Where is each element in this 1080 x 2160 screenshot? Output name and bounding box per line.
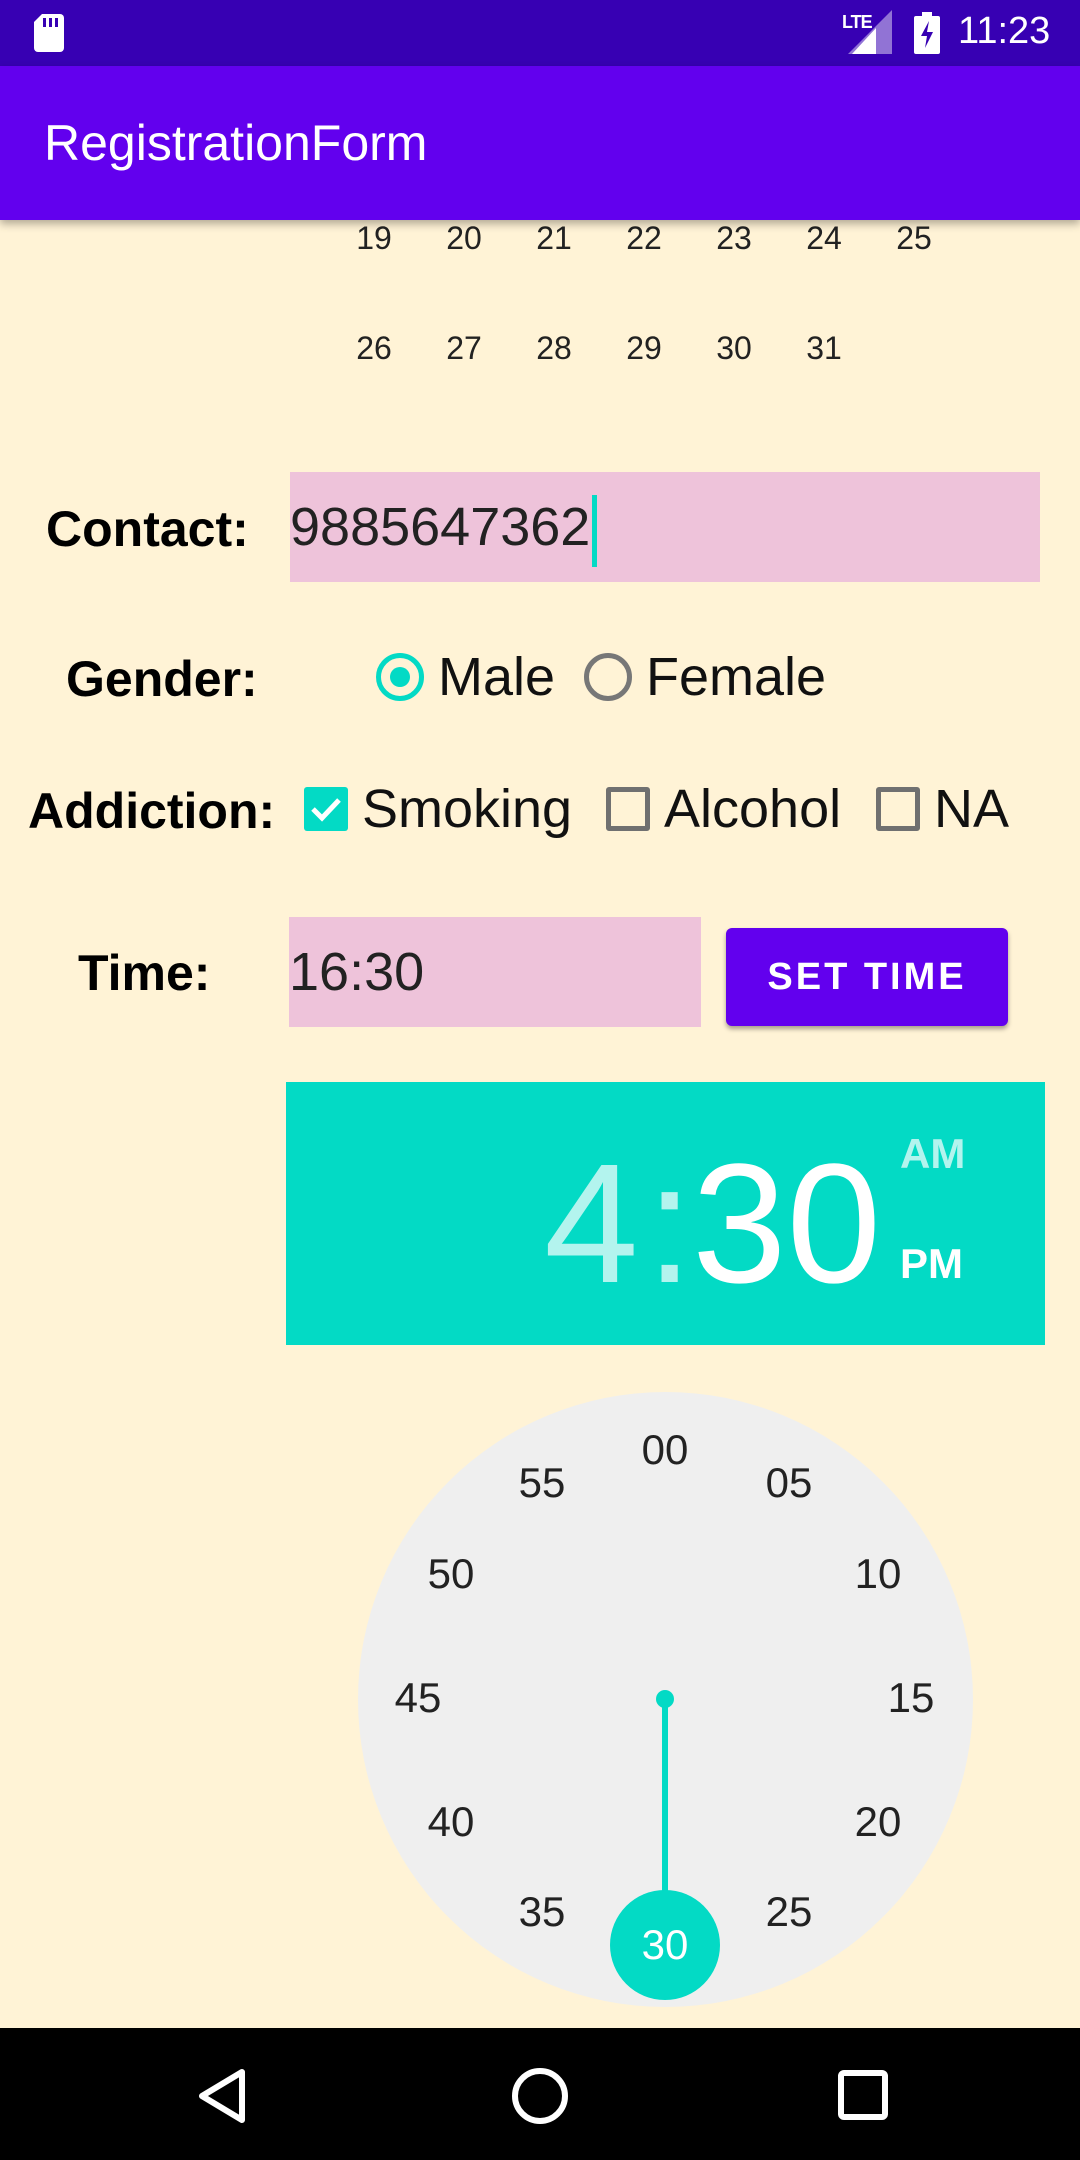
navigation-bar (0, 2028, 1080, 2160)
contact-value: 9885647362 (290, 497, 591, 557)
time-field[interactable]: 16:30 (289, 917, 701, 1027)
checkbox-smoking[interactable]: Smoking (304, 778, 572, 840)
home-icon[interactable] (510, 2066, 570, 2126)
time-picker-header: 4 : 30 AM PM (286, 1082, 1045, 1345)
calendar-day[interactable]: 22 (604, 220, 684, 257)
contact-label: Contact: (46, 501, 249, 557)
sd-card-icon (34, 14, 64, 52)
dial-number[interactable]: 50 (411, 1550, 491, 1598)
calendar-day[interactable]: 30 (694, 330, 774, 367)
checkbox-label: Alcohol (664, 779, 842, 839)
radio-selected-icon (376, 653, 424, 701)
addiction-label: Addiction: (28, 783, 276, 839)
checkbox-alcohol[interactable]: Alcohol (606, 778, 841, 840)
checkbox-label: NA (934, 779, 1010, 839)
dial-number[interactable]: 45 (378, 1674, 458, 1722)
dial-number[interactable]: 10 (838, 1550, 918, 1598)
calendar-day[interactable]: 28 (514, 330, 594, 367)
gender-option-label: Male (438, 647, 556, 707)
calendar-day[interactable]: 21 (514, 220, 594, 257)
calendar-day[interactable]: 19 (334, 220, 414, 257)
dial-number[interactable]: 55 (502, 1459, 582, 1507)
status-time: 11:23 (958, 10, 1051, 52)
calendar-day[interactable]: 27 (424, 330, 504, 367)
checkbox-na[interactable]: NA (876, 778, 1009, 840)
app-title: RegistrationForm (44, 115, 428, 171)
app-bar: RegistrationForm (0, 66, 1080, 220)
calendar-day[interactable]: 26 (334, 330, 414, 367)
calendar-day[interactable]: 31 (784, 330, 864, 367)
dial-number[interactable]: 35 (502, 1888, 582, 1936)
pm-toggle[interactable]: PM (900, 1240, 963, 1288)
am-toggle[interactable]: AM (900, 1130, 965, 1178)
checkbox-unchecked-icon (876, 787, 920, 831)
hour-display[interactable]: 4 (544, 1126, 639, 1322)
gender-radio-female[interactable]: Female (584, 646, 826, 708)
set-time-button[interactable]: SET TIME (726, 928, 1008, 1026)
checkbox-unchecked-icon (606, 787, 650, 831)
gender-radio-male[interactable]: Male (376, 646, 555, 708)
dial-center (656, 1690, 674, 1708)
dial-selected-number[interactable]: 30 (610, 1890, 720, 2000)
time-separator: : (646, 1129, 694, 1319)
status-bar: LTE 11:23 (0, 0, 1080, 66)
calendar-day[interactable]: 23 (694, 220, 774, 257)
minute-display[interactable]: 30 (692, 1126, 881, 1322)
checkbox-label: Smoking (362, 779, 573, 839)
dial-number[interactable]: 05 (749, 1459, 829, 1507)
dial-number[interactable]: 40 (411, 1798, 491, 1846)
dial-number[interactable]: 20 (838, 1798, 918, 1846)
dial-number[interactable]: 15 (871, 1674, 951, 1722)
battery-charging-icon (914, 12, 940, 54)
dial-number[interactable]: 25 (749, 1888, 829, 1936)
contact-field[interactable]: 9885647362 (290, 472, 1040, 582)
gender-label: Gender: (66, 651, 258, 707)
gender-option-label: Female (646, 647, 827, 707)
calendar-day[interactable]: 20 (424, 220, 504, 257)
radio-unselected-icon (584, 653, 632, 701)
dial-number[interactable]: 00 (625, 1426, 705, 1474)
text-cursor (592, 494, 598, 567)
time-label: Time: (78, 945, 211, 1001)
recent-apps-icon[interactable] (836, 2068, 890, 2122)
back-icon[interactable] (196, 2068, 248, 2124)
checkbox-checked-icon (304, 787, 348, 831)
calendar-day[interactable]: 29 (604, 330, 684, 367)
calendar-day[interactable]: 24 (784, 220, 864, 257)
calendar-day[interactable]: 25 (874, 220, 954, 257)
signal-icon (848, 10, 892, 54)
